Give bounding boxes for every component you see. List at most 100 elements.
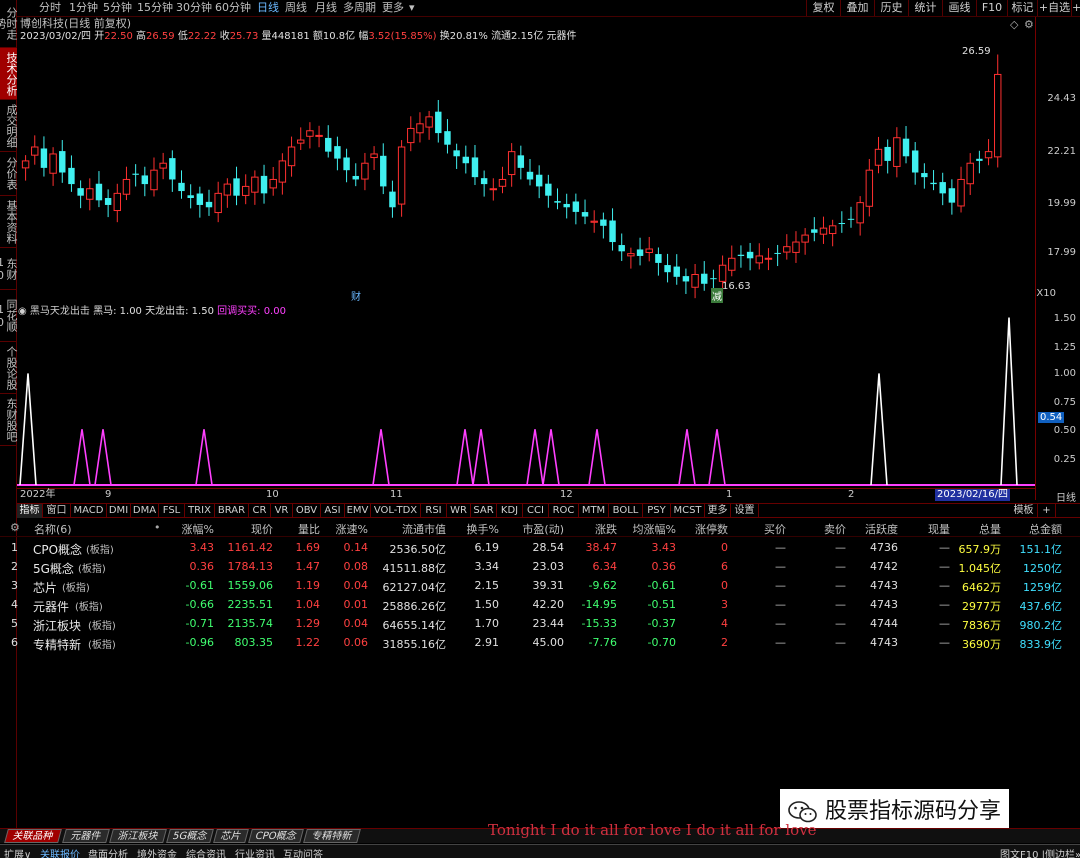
col-avg[interactable]: 均涨幅% [633,521,676,537]
tab-more[interactable]: 更多 [705,504,731,518]
vtab-dongcai10[interactable]: 东财10 [0,248,18,290]
period-more[interactable]: 更多 [382,1,404,15]
tab-emv[interactable]: EMV [345,504,371,518]
period-weekly[interactable]: 周线 [285,1,307,15]
period-1min[interactable]: 1分钟 [69,1,98,15]
tab-asi[interactable]: ASI [321,504,345,518]
tab-trix[interactable]: TRIX [185,504,215,518]
col-zt[interactable]: 涨停数 [695,521,728,537]
vtab-tonghuashun[interactable]: 同花顺10 [0,290,18,342]
status-link[interactable]: 境外资金 [137,846,177,858]
tab-zhibiao[interactable]: 指标 [17,504,43,518]
tab-boll[interactable]: BOLL [609,504,643,518]
period-15min[interactable]: 15分钟 [137,1,173,15]
mark-button[interactable]: 标记 [1007,0,1037,16]
tab-roc[interactable]: ROC [549,504,579,518]
tab-brar[interactable]: BRAR [215,504,249,518]
tab-dma[interactable]: DMA [131,504,159,518]
period-monthly[interactable]: 月线 [315,1,337,15]
vtab-chengjiao[interactable]: 成交明细 [0,100,18,152]
tab-wr[interactable]: WR [447,504,471,518]
related-tab[interactable]: 元器件 [62,829,110,843]
fuquan-button[interactable]: 复权 [806,0,840,16]
tab-dmi[interactable]: DMI [107,504,131,518]
table-row[interactable]: 2 5G概念 (板指) 0.36 1784.13 1.47 0.08 41511.88亿 3.3… [0,557,1080,576]
indicator-chart[interactable] [17,312,1035,488]
tab-window[interactable]: 窗口 [43,504,71,518]
tab-fsl[interactable]: FSL [159,504,185,518]
expand-button[interactable]: 扩展∨ [4,846,31,858]
vtab-guba[interactable]: 东财股吧 [0,394,18,446]
table-row[interactable]: 3 芯片 (板指) -0.61 1559.06 1.19 0.04 62127.04亿 2.15… [0,576,1080,595]
tab-macd[interactable]: MACD [71,504,107,518]
period-60min[interactable]: 60分钟 [215,1,251,15]
tab-mtm[interactable]: MTM [579,504,609,518]
vtab-jiben[interactable]: 基本资料 [0,196,18,248]
col-vol[interactable]: 总量 [979,521,1001,537]
related-tab[interactable]: 专精特新 [303,829,361,843]
related-tab[interactable]: 浙江板块 [109,829,167,843]
period-fenshi[interactable]: 分时 [39,1,61,15]
candlestick-chart[interactable] [17,45,1035,300]
plus-button[interactable]: + [1071,0,1080,16]
tab-vol-tdx[interactable]: VOL-TDX [371,504,421,518]
overlay-button[interactable]: 叠加 [840,0,874,16]
draw-line-button[interactable]: 画线 [942,0,976,16]
vtab-jishu[interactable]: 技术分析 [0,48,18,100]
period-30min[interactable]: 30分钟 [176,1,212,15]
history-button[interactable]: 历史 [874,0,908,16]
related-tab[interactable]: 关联品种 [4,829,62,843]
tab-obv[interactable]: OBV [293,504,321,518]
period-daily[interactable]: 日线 [257,1,279,15]
col-speed[interactable]: 涨速% [336,521,368,537]
related-tab[interactable]: CPO概念 [248,829,304,843]
tab-rsi[interactable]: RSI [421,504,447,518]
settings-icon[interactable]: ⚙ [1024,18,1034,31]
related-tab[interactable]: 5G概念 [166,829,214,843]
vtab-fenjia[interactable]: 分价表 [0,152,18,196]
add-tab-button[interactable]: + [1038,504,1056,518]
status-link[interactable]: 综合资讯 [186,846,226,858]
col-amt[interactable]: 总金额 [1029,521,1062,537]
gear-icon[interactable]: ⚙ [10,521,20,534]
tab-kdj[interactable]: KDJ [497,504,523,518]
stats-button[interactable]: 统计 [908,0,942,16]
add-watchlist-button[interactable]: +自选 [1037,0,1071,16]
tab-psy[interactable]: PSY [643,504,671,518]
tab-vr[interactable]: VR [271,504,293,518]
col-chg[interactable]: 涨幅% [182,521,214,537]
related-tab[interactable]: 芯片 [213,829,249,843]
col-ask[interactable]: 卖价 [824,521,846,537]
template-button[interactable]: 模板 [1010,504,1038,518]
vtab-gegu[interactable]: 个股论股 [0,342,18,394]
col-act[interactable]: 活跃度 [865,521,898,537]
col-turn[interactable]: 换手% [467,521,499,537]
col-pe[interactable]: 市盈(动) [522,521,564,537]
status-link[interactable]: 互动问答 [283,846,323,858]
chevron-down-icon[interactable]: ▾ [409,1,415,15]
status-link[interactable]: 盘面分析 [88,846,128,858]
status-link[interactable]: 关联报价 [40,846,80,858]
col-price[interactable]: 现价 [251,521,273,537]
col-name[interactable]: 名称(6) [34,521,72,537]
reduce-marker[interactable]: 减 [711,288,723,303]
tab-settings[interactable]: 设置 [731,504,759,518]
table-row[interactable]: 5 浙江板块 (板指) -0.71 2135.74 1.29 0.04 64655.14亿 1.… [0,614,1080,633]
col-cur[interactable]: 现量 [928,521,950,537]
col-bid[interactable]: 买价 [764,521,786,537]
tab-cr[interactable]: CR [249,504,271,518]
period-multi[interactable]: 多周期 [343,1,376,15]
finance-marker[interactable]: 财 [351,288,361,303]
tab-sar[interactable]: SAR [471,504,497,518]
table-row[interactable]: 4 元器件 (板指) -0.66 2235.51 1.04 0.01 25886.26亿 1.5… [0,595,1080,614]
col-delta[interactable]: 涨跌 [595,521,617,537]
status-link[interactable]: 行业资讯 [235,846,275,858]
period-5min[interactable]: 5分钟 [103,1,132,15]
sidebar-toggle[interactable]: 图文F10 |侧边栏» [1000,846,1080,858]
vtab-fenshi[interactable]: 分时走势 [0,0,18,48]
zoom-label[interactable]: X10 [1036,288,1056,299]
tab-cci[interactable]: CCI [523,504,549,518]
col-lb[interactable]: 量比 [298,521,320,537]
f10-button[interactable]: F10 [976,0,1007,16]
table-row[interactable]: 6 专精特新 (板指) -0.96 803.35 1.22 0.06 31855.16亿 2.9… [0,633,1080,652]
